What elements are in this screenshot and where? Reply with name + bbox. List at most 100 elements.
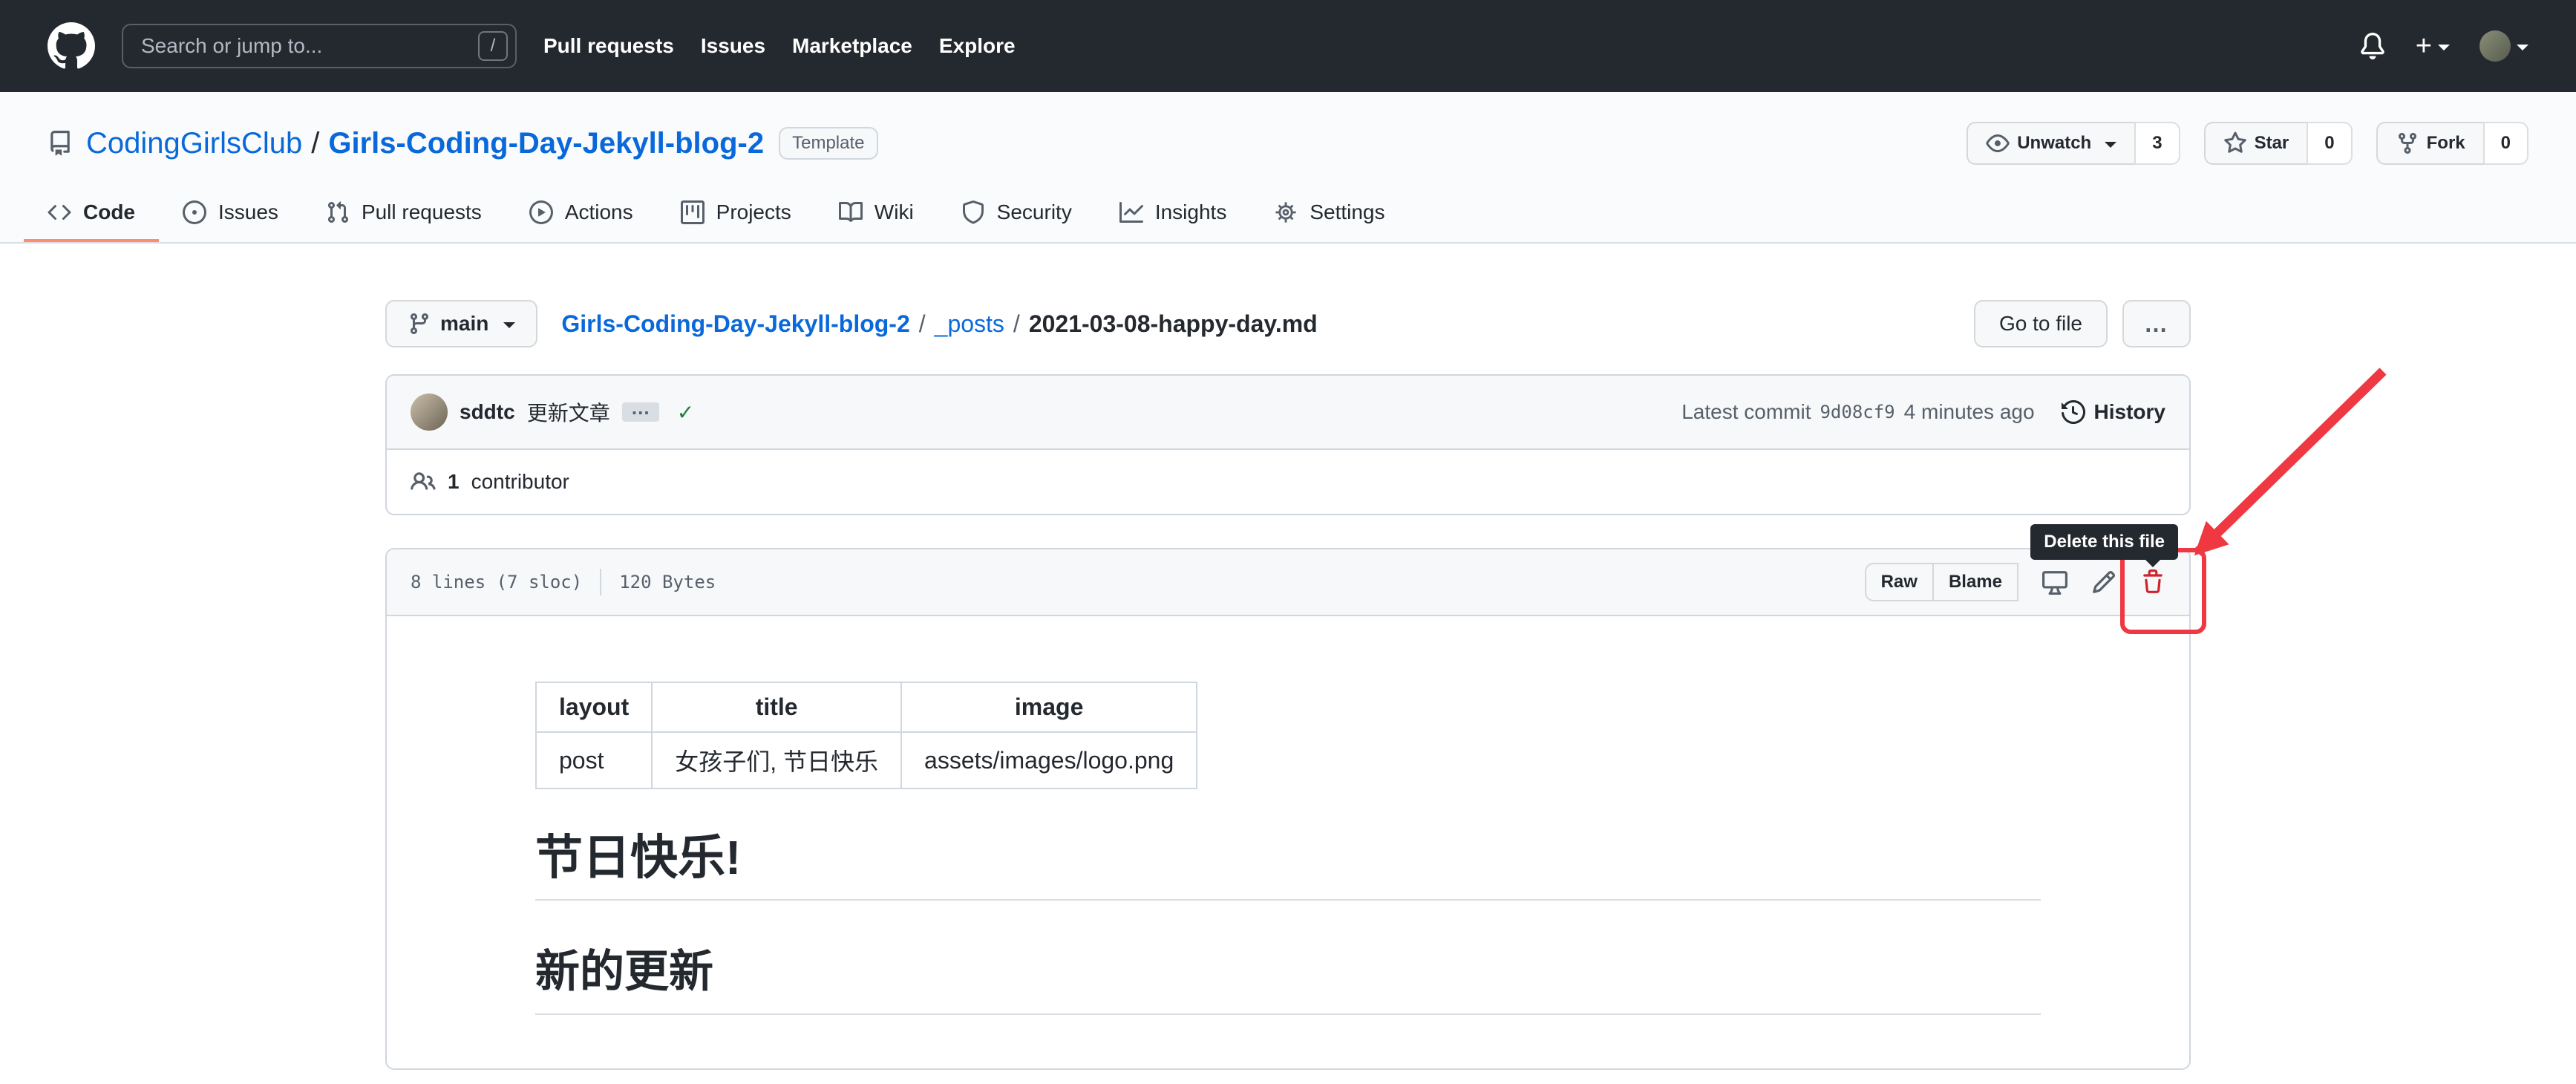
tab-projects[interactable]: Projects [657,186,815,242]
star-button-group: Star 0 [2203,122,2353,165]
global-nav: Pull requests Issues Marketplace Explore [543,34,1016,58]
caret-down-icon [2438,45,2450,50]
front-matter-table: layout title image post 女孩子们, 节日快乐 asset… [535,682,1198,789]
plus-icon: + [2415,30,2432,62]
commit-author-avatar[interactable] [411,394,448,431]
branch-selector[interactable]: main [385,300,538,347]
main-content: main Girls-Coding-Day-Jekyll-blog-2 / _p… [385,300,2191,1070]
global-header: / Pull requests Issues Marketplace Explo… [0,0,2576,92]
star-icon [2223,131,2246,153]
star-button[interactable]: Star [2203,122,2309,165]
commit-message-link[interactable]: 更新文章 [527,397,610,427]
contributors-count: 1 [448,470,460,493]
repo-title-row: CodingGirlsClub / Girls-Coding-Day-Jekyl… [0,119,2576,168]
tab-insights[interactable]: Insights [1096,186,1251,242]
repo-owner-link[interactable]: CodingGirlsClub [86,127,302,160]
tab-security[interactable]: Security [938,186,1096,242]
fork-button-group: Fork 0 [2376,122,2528,165]
fork-icon [2398,133,2416,154]
nav-pull-requests[interactable]: Pull requests [543,34,674,58]
divider [600,569,602,595]
user-menu[interactable] [2479,30,2528,62]
fork-button[interactable]: Fork [2376,122,2485,165]
tab-code[interactable]: Code [24,186,159,242]
watch-count[interactable]: 3 [2134,122,2180,165]
markdown-body: layout title image post 女孩子们, 节日快乐 asset… [387,616,2189,1068]
blame-button[interactable]: Blame [1932,563,2018,601]
table-cell: assets/images/logo.png [900,731,1198,789]
search-box[interactable]: / [122,24,517,68]
user-avatar[interactable] [2479,30,2511,62]
edit-pencil-icon[interactable] [2091,569,2116,595]
issue-opened-icon [183,200,206,224]
history-link[interactable]: History [2061,400,2165,424]
file-nav-row: main Girls-Coding-Day-Jekyll-blog-2 / _p… [385,300,2191,347]
caret-down-icon [2105,142,2117,148]
delete-trash-icon[interactable] [2140,569,2165,595]
commit-hash-link[interactable]: 9d08cf9 [1820,402,1895,422]
repo-tabs: Code Issues Pull requests Actions Projec… [0,186,2576,242]
breadcrumb: Girls-Coding-Day-Jekyll-blog-2 / _posts … [561,310,1317,338]
git-pull-request-icon [327,201,348,223]
markdown-heading-2: 新的更新 [535,942,2041,1015]
tab-wiki[interactable]: Wiki [815,186,938,242]
display-rendered-icon[interactable] [2042,569,2067,595]
commit-header: sddtc 更新文章 … ✓ Latest commit 9d08cf9 4 m… [387,376,2189,450]
template-badge: Template [779,127,878,160]
header-right: + [2359,30,2528,62]
table-header-cell: title [651,682,903,733]
people-icon [411,472,436,490]
tab-settings[interactable]: Settings [1250,186,1408,242]
commit-check-icon[interactable]: ✓ [677,400,694,425]
file-actions: Raw Blame [1864,563,2165,601]
tab-pull-requests[interactable]: Pull requests [302,186,506,242]
table-header-cell: image [900,682,1198,733]
file-box: 8 lines (7 sloc) 120 Bytes Raw Blame lay… [385,548,2191,1070]
raw-button[interactable]: Raw [1864,563,1934,601]
gear-icon [1275,202,1296,223]
file-size-info: 120 Bytes [619,572,716,592]
raw-blame-group: Raw Blame [1864,563,2018,601]
commit-ellipsis-button[interactable]: … [621,398,659,422]
star-count[interactable]: 0 [2307,122,2353,165]
table-cell: 女孩子们, 节日快乐 [651,731,903,789]
table-header-cell: layout [535,682,653,733]
tab-actions[interactable]: Actions [506,186,657,242]
latest-commit-label: Latest commit [1681,400,1811,423]
latest-commit-box: sddtc 更新文章 … ✓ Latest commit 9d08cf9 4 m… [385,374,2191,515]
book-icon [838,201,863,222]
breadcrumb-dir-link[interactable]: _posts [935,310,1004,338]
slash-key-hint: / [478,31,508,61]
repo-name-link[interactable]: Girls-Coding-Day-Jekyll-blog-2 [328,127,764,160]
create-new-button[interactable]: + [2416,30,2450,62]
commit-author-link[interactable]: sddtc [460,400,515,424]
shield-icon [962,200,984,224]
fork-count[interactable]: 0 [2482,122,2528,165]
commit-meta: Latest commit 9d08cf9 4 minutes ago Hist… [1681,400,2165,424]
breadcrumb-separator: / [1013,310,1020,337]
eye-icon [1986,134,2010,152]
go-to-file-button[interactable]: Go to file [1973,300,2108,347]
nav-issues[interactable]: Issues [701,34,765,58]
project-icon [680,200,705,224]
breadcrumb-file-name: 2021-03-08-happy-day.md [1028,310,1318,337]
tab-issues[interactable]: Issues [159,186,302,242]
github-logo-icon[interactable] [48,22,95,70]
file-header: 8 lines (7 sloc) 120 Bytes Raw Blame [387,549,2189,616]
table-row: post 女孩子们, 节日快乐 assets/images/logo.png [535,731,1198,789]
more-options-button[interactable]: … [2122,300,2191,347]
contributors-label: contributor [471,470,569,493]
graph-icon [1119,202,1143,223]
file-nav-actions: Go to file … [1973,300,2191,347]
unwatch-button[interactable]: Unwatch [1967,122,2137,165]
notifications-bell-icon[interactable] [2359,33,2386,59]
search-input[interactable] [122,24,517,68]
table-cell: post [535,731,653,789]
nav-explore[interactable]: Explore [939,34,1016,58]
file-lines-info: 8 lines (7 sloc) [411,572,583,592]
commit-time: 4 minutes ago [1903,400,2035,423]
caret-down-icon [2517,45,2528,50]
contributors-row[interactable]: 1 contributor [387,450,2189,514]
breadcrumb-repo-link[interactable]: Girls-Coding-Day-Jekyll-blog-2 [561,310,909,338]
nav-marketplace[interactable]: Marketplace [792,34,912,58]
